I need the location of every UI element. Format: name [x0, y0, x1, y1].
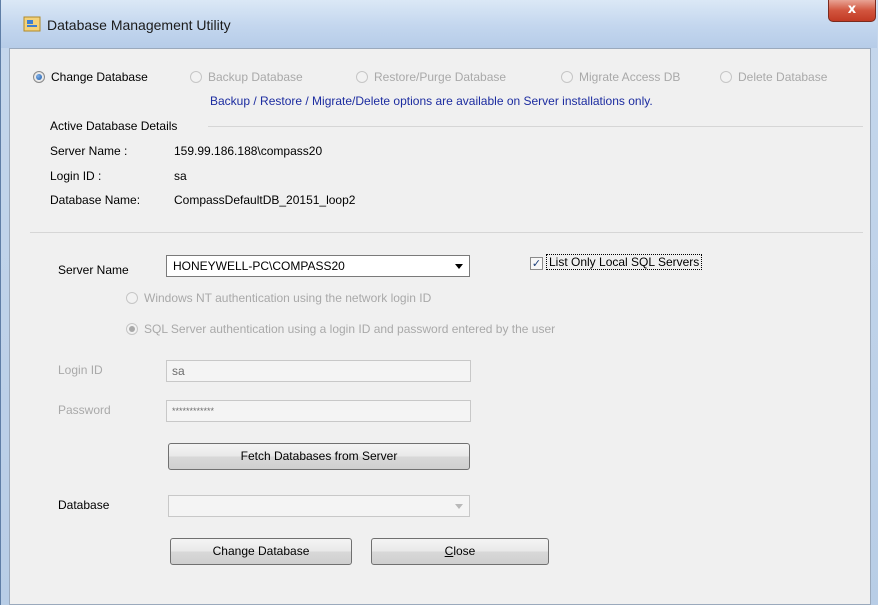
- list-local-servers-checkbox[interactable]: ✓: [530, 257, 543, 270]
- active-server-value: 159.99.186.188\compass20: [174, 144, 323, 158]
- auth-windows-option[interactable]: Windows NT authentication using the netw…: [126, 290, 431, 306]
- window-title: Database Management Utility: [47, 17, 231, 33]
- active-login-value: sa: [174, 169, 187, 183]
- close-button-label: lose: [453, 544, 476, 558]
- server-name-value: HONEYWELL-PC\COMPASS20: [173, 259, 345, 273]
- auth-windows-label: Windows NT authentication using the netw…: [144, 291, 432, 305]
- mode-delete-database[interactable]: Delete Database: [720, 69, 827, 85]
- mode-label: Migrate Access DB: [579, 70, 681, 84]
- chevron-down-icon: [455, 264, 463, 269]
- active-login-label: Login ID :: [50, 169, 102, 183]
- chevron-down-icon: [455, 504, 463, 509]
- radio-auth-sql[interactable]: [126, 323, 138, 335]
- server-only-info-text: Backup / Restore / Migrate/Delete option…: [210, 94, 653, 108]
- close-icon: x: [847, 2, 857, 17]
- close-button[interactable]: Close: [371, 538, 549, 565]
- app-icon: [23, 16, 41, 32]
- change-database-button[interactable]: Change Database: [170, 538, 352, 565]
- mode-migrate-access-db[interactable]: Migrate Access DB: [561, 69, 680, 85]
- active-database-value: CompassDefaultDB_20151_loop2: [174, 193, 356, 207]
- dialog-window: Database Management Utility x Change Dat…: [0, 0, 878, 605]
- database-dropdown[interactable]: [168, 495, 470, 517]
- server-name-label: Server Name: [58, 263, 129, 277]
- password-input[interactable]: ************: [166, 400, 471, 422]
- list-local-servers-label[interactable]: List Only Local SQL Servers: [546, 254, 703, 270]
- mode-restore-purge-database[interactable]: Restore/Purge Database: [356, 69, 506, 85]
- mode-label: Backup Database: [208, 70, 303, 84]
- close-window-button[interactable]: x: [828, 0, 876, 22]
- server-name-dropdown[interactable]: HONEYWELL-PC\COMPASS20: [166, 255, 470, 277]
- auth-sql-label: SQL Server authentication using a login …: [144, 322, 556, 336]
- login-id-label: Login ID: [58, 363, 103, 377]
- radio-auth-windows[interactable]: [126, 292, 138, 304]
- group-divider: [208, 126, 863, 127]
- radio-change-database[interactable]: [33, 71, 45, 83]
- active-database-label: Database Name:: [50, 193, 141, 207]
- radio-backup-database[interactable]: [190, 71, 202, 83]
- mode-label: Restore/Purge Database: [374, 70, 507, 84]
- mode-label: Delete Database: [738, 70, 828, 84]
- password-label: Password: [58, 403, 111, 417]
- title-bar[interactable]: Database Management Utility x: [1, 0, 877, 48]
- mode-label: Change Database: [51, 70, 148, 84]
- login-id-input[interactable]: sa: [166, 360, 471, 382]
- section-divider: [30, 232, 863, 233]
- radio-delete-database[interactable]: [720, 71, 732, 83]
- mode-backup-database[interactable]: Backup Database: [190, 69, 303, 85]
- auth-sql-option[interactable]: SQL Server authentication using a login …: [126, 321, 555, 337]
- active-server-label: Server Name :: [50, 144, 128, 158]
- fetch-databases-button[interactable]: Fetch Databases from Server: [168, 443, 470, 470]
- active-details-title: Active Database Details: [50, 119, 178, 133]
- mode-change-database[interactable]: Change Database: [33, 69, 148, 85]
- radio-migrate-access-db[interactable]: [561, 71, 573, 83]
- list-local-servers-text: List Only Local SQL Servers: [549, 255, 700, 269]
- database-label: Database: [58, 498, 110, 512]
- radio-restore-purge-database[interactable]: [356, 71, 368, 83]
- dialog-body: Change Database Backup Database Restore/…: [9, 48, 871, 605]
